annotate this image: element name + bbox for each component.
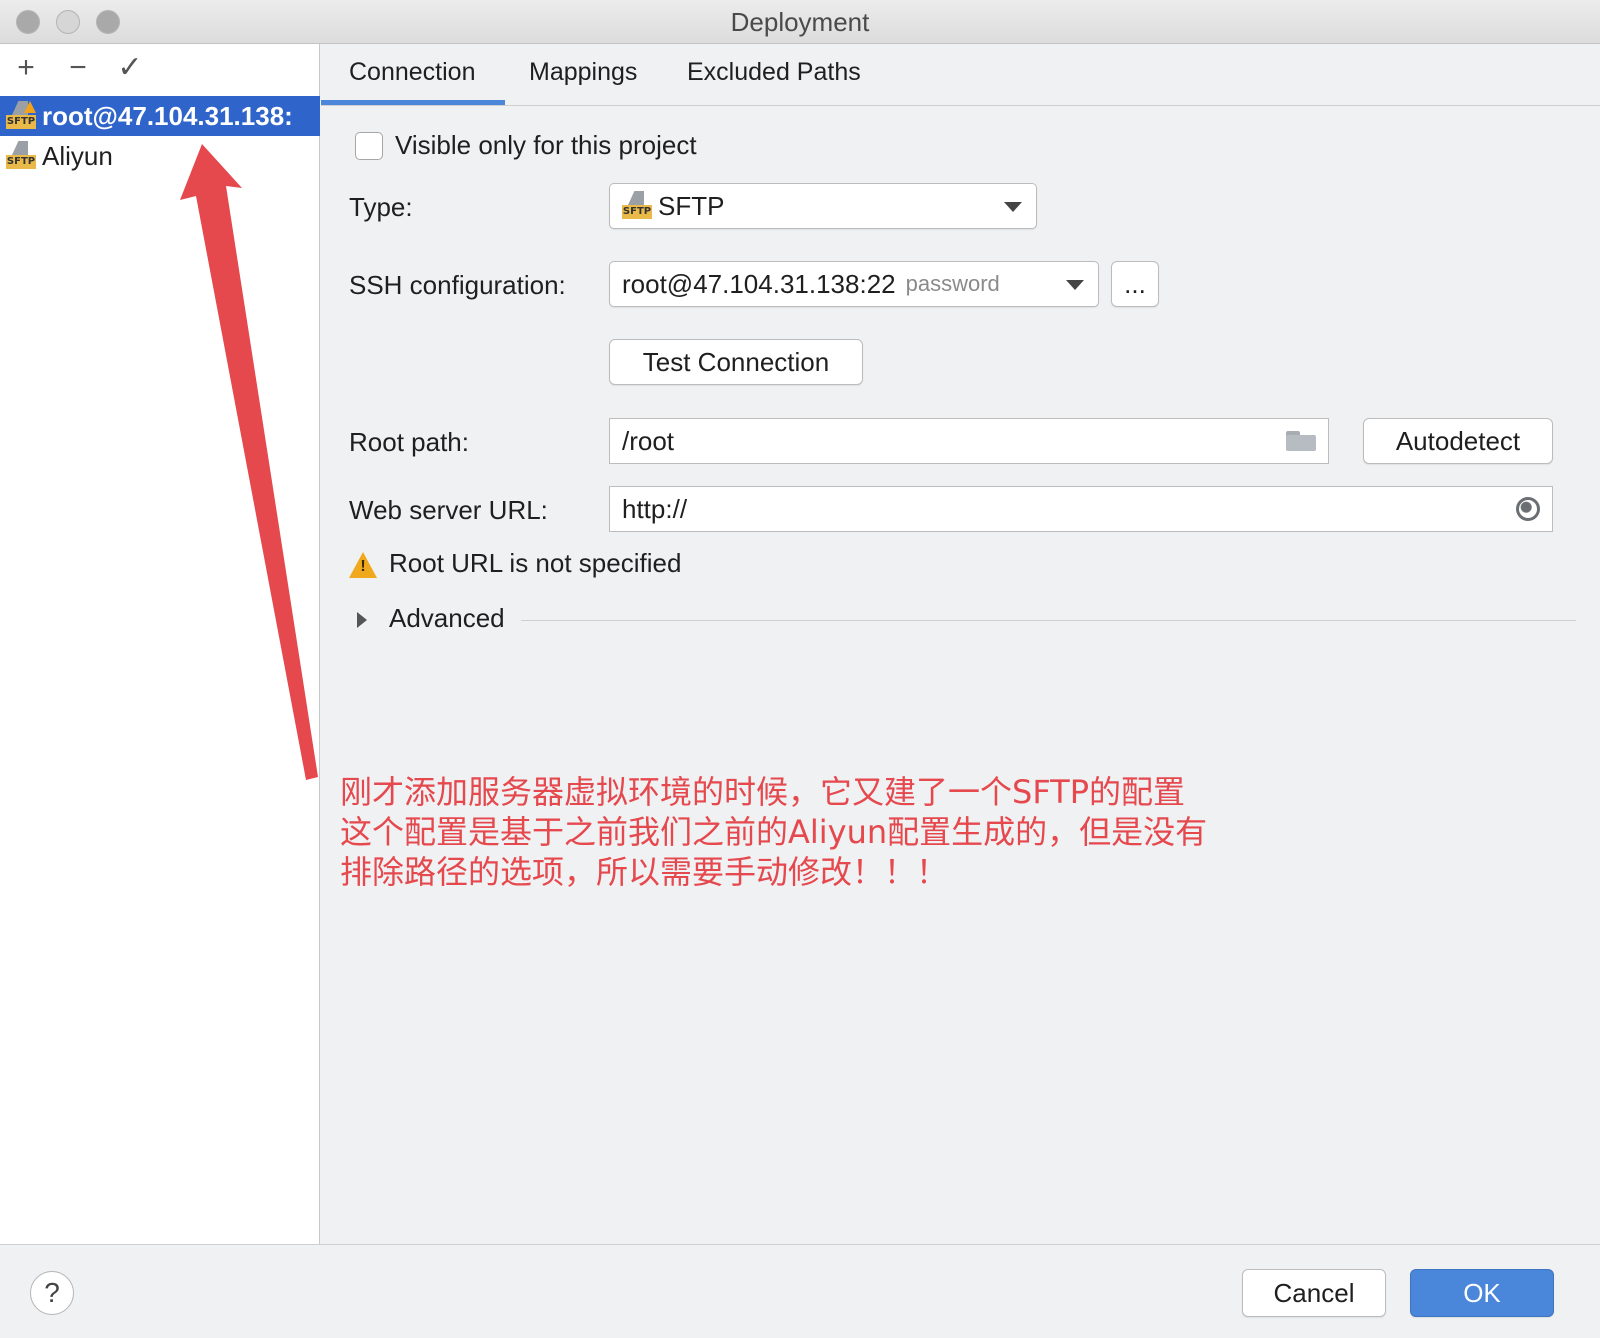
chevron-down-icon [1004, 202, 1022, 212]
add-server-button[interactable]: + [8, 50, 44, 86]
test-connection-button[interactable]: Test Connection [609, 339, 863, 385]
remove-server-button[interactable]: − [60, 50, 96, 86]
globe-icon[interactable] [1516, 497, 1540, 521]
warning-icon: ! [349, 552, 377, 578]
tab-mappings[interactable]: Mappings [529, 58, 637, 87]
tab-excluded-paths[interactable]: Excluded Paths [687, 58, 861, 87]
web-server-url-value: http:// [622, 494, 688, 524]
server-item-root[interactable]: SFTP root@47.104.31.138: [0, 96, 320, 136]
chevron-down-icon [1066, 280, 1084, 290]
autodetect-button[interactable]: Autodetect [1363, 418, 1553, 464]
ok-button[interactable]: OK [1410, 1269, 1554, 1317]
ssh-configuration-select[interactable]: root@47.104.31.138:22 password [609, 261, 1099, 307]
annotation-note: 刚才添加服务器虚拟环境的时候，它又建了一个SFTP的配置 这个配置是基于之前我们… [340, 772, 1340, 892]
folder-open-icon[interactable] [1286, 431, 1316, 451]
cancel-button[interactable]: Cancel [1242, 1269, 1386, 1317]
advanced-section-toggle[interactable]: Advanced [389, 603, 505, 634]
title-bar: Deployment [0, 0, 1600, 44]
server-item-aliyun[interactable]: SFTP Aliyun [0, 136, 320, 176]
ssh-configuration-value: root@47.104.31.138:22 [622, 268, 896, 299]
root-path-input[interactable]: /root [609, 418, 1329, 464]
type-label: Type: [349, 192, 413, 222]
root-path-label: Root path: [349, 427, 469, 457]
deployment-dialog: Deployment + − ✓ SFTP root@47.104.31.138… [0, 0, 1600, 1338]
dialog-footer: ? Cancel OK [0, 1244, 1600, 1338]
server-list-toolbar: + − ✓ [0, 44, 320, 92]
server-list-panel: + − ✓ SFTP root@47.104.31.138: SFTP Aliy… [0, 44, 320, 1244]
help-button[interactable]: ? [30, 1271, 74, 1315]
type-value: SFTP [658, 190, 725, 221]
sftp-warning-icon: SFTP [6, 101, 36, 131]
visible-only-label: Visible only for this project [395, 130, 697, 160]
advanced-divider [521, 620, 1576, 621]
active-tab-indicator [321, 100, 505, 105]
root-path-value: /root [622, 426, 675, 456]
sftp-icon: SFTP [622, 191, 652, 221]
annotation-line: 这个配置是基于之前我们之前的Aliyun配置生成的，但是没有 [340, 813, 1208, 851]
sftp-icon: SFTP [6, 141, 36, 171]
server-list: SFTP root@47.104.31.138: SFTP Aliyun [0, 96, 320, 176]
annotation-line: 排除路径的选项，所以需要手动修改！！！ [340, 853, 949, 891]
tab-connection[interactable]: Connection [349, 58, 475, 87]
settings-panel: Connection Mappings Excluded Paths Visib… [321, 44, 1600, 1244]
visible-only-checkbox[interactable] [355, 132, 383, 160]
web-server-url-label: Web server URL: [349, 495, 548, 525]
ssh-auth-hint: password [905, 271, 1000, 296]
type-select[interactable]: SFTP SFTP [609, 183, 1037, 229]
expand-arrow-icon[interactable] [357, 612, 367, 628]
annotation-line: 刚才添加服务器虚拟环境的时候，它又建了一个SFTP的配置 [340, 773, 1186, 811]
window-title: Deployment [730, 7, 870, 37]
server-item-label: Aliyun [42, 140, 113, 171]
root-url-warning: Root URL is not specified [389, 548, 682, 578]
set-default-server-button[interactable]: ✓ [112, 50, 148, 86]
tab-bar: Connection Mappings Excluded Paths [321, 44, 1600, 106]
ssh-configuration-label: SSH configuration: [349, 270, 566, 300]
ssh-configurations-more-button[interactable]: ... [1111, 261, 1159, 307]
server-item-label: root@47.104.31.138: [42, 100, 293, 131]
web-server-url-input[interactable]: http:// [609, 486, 1553, 532]
